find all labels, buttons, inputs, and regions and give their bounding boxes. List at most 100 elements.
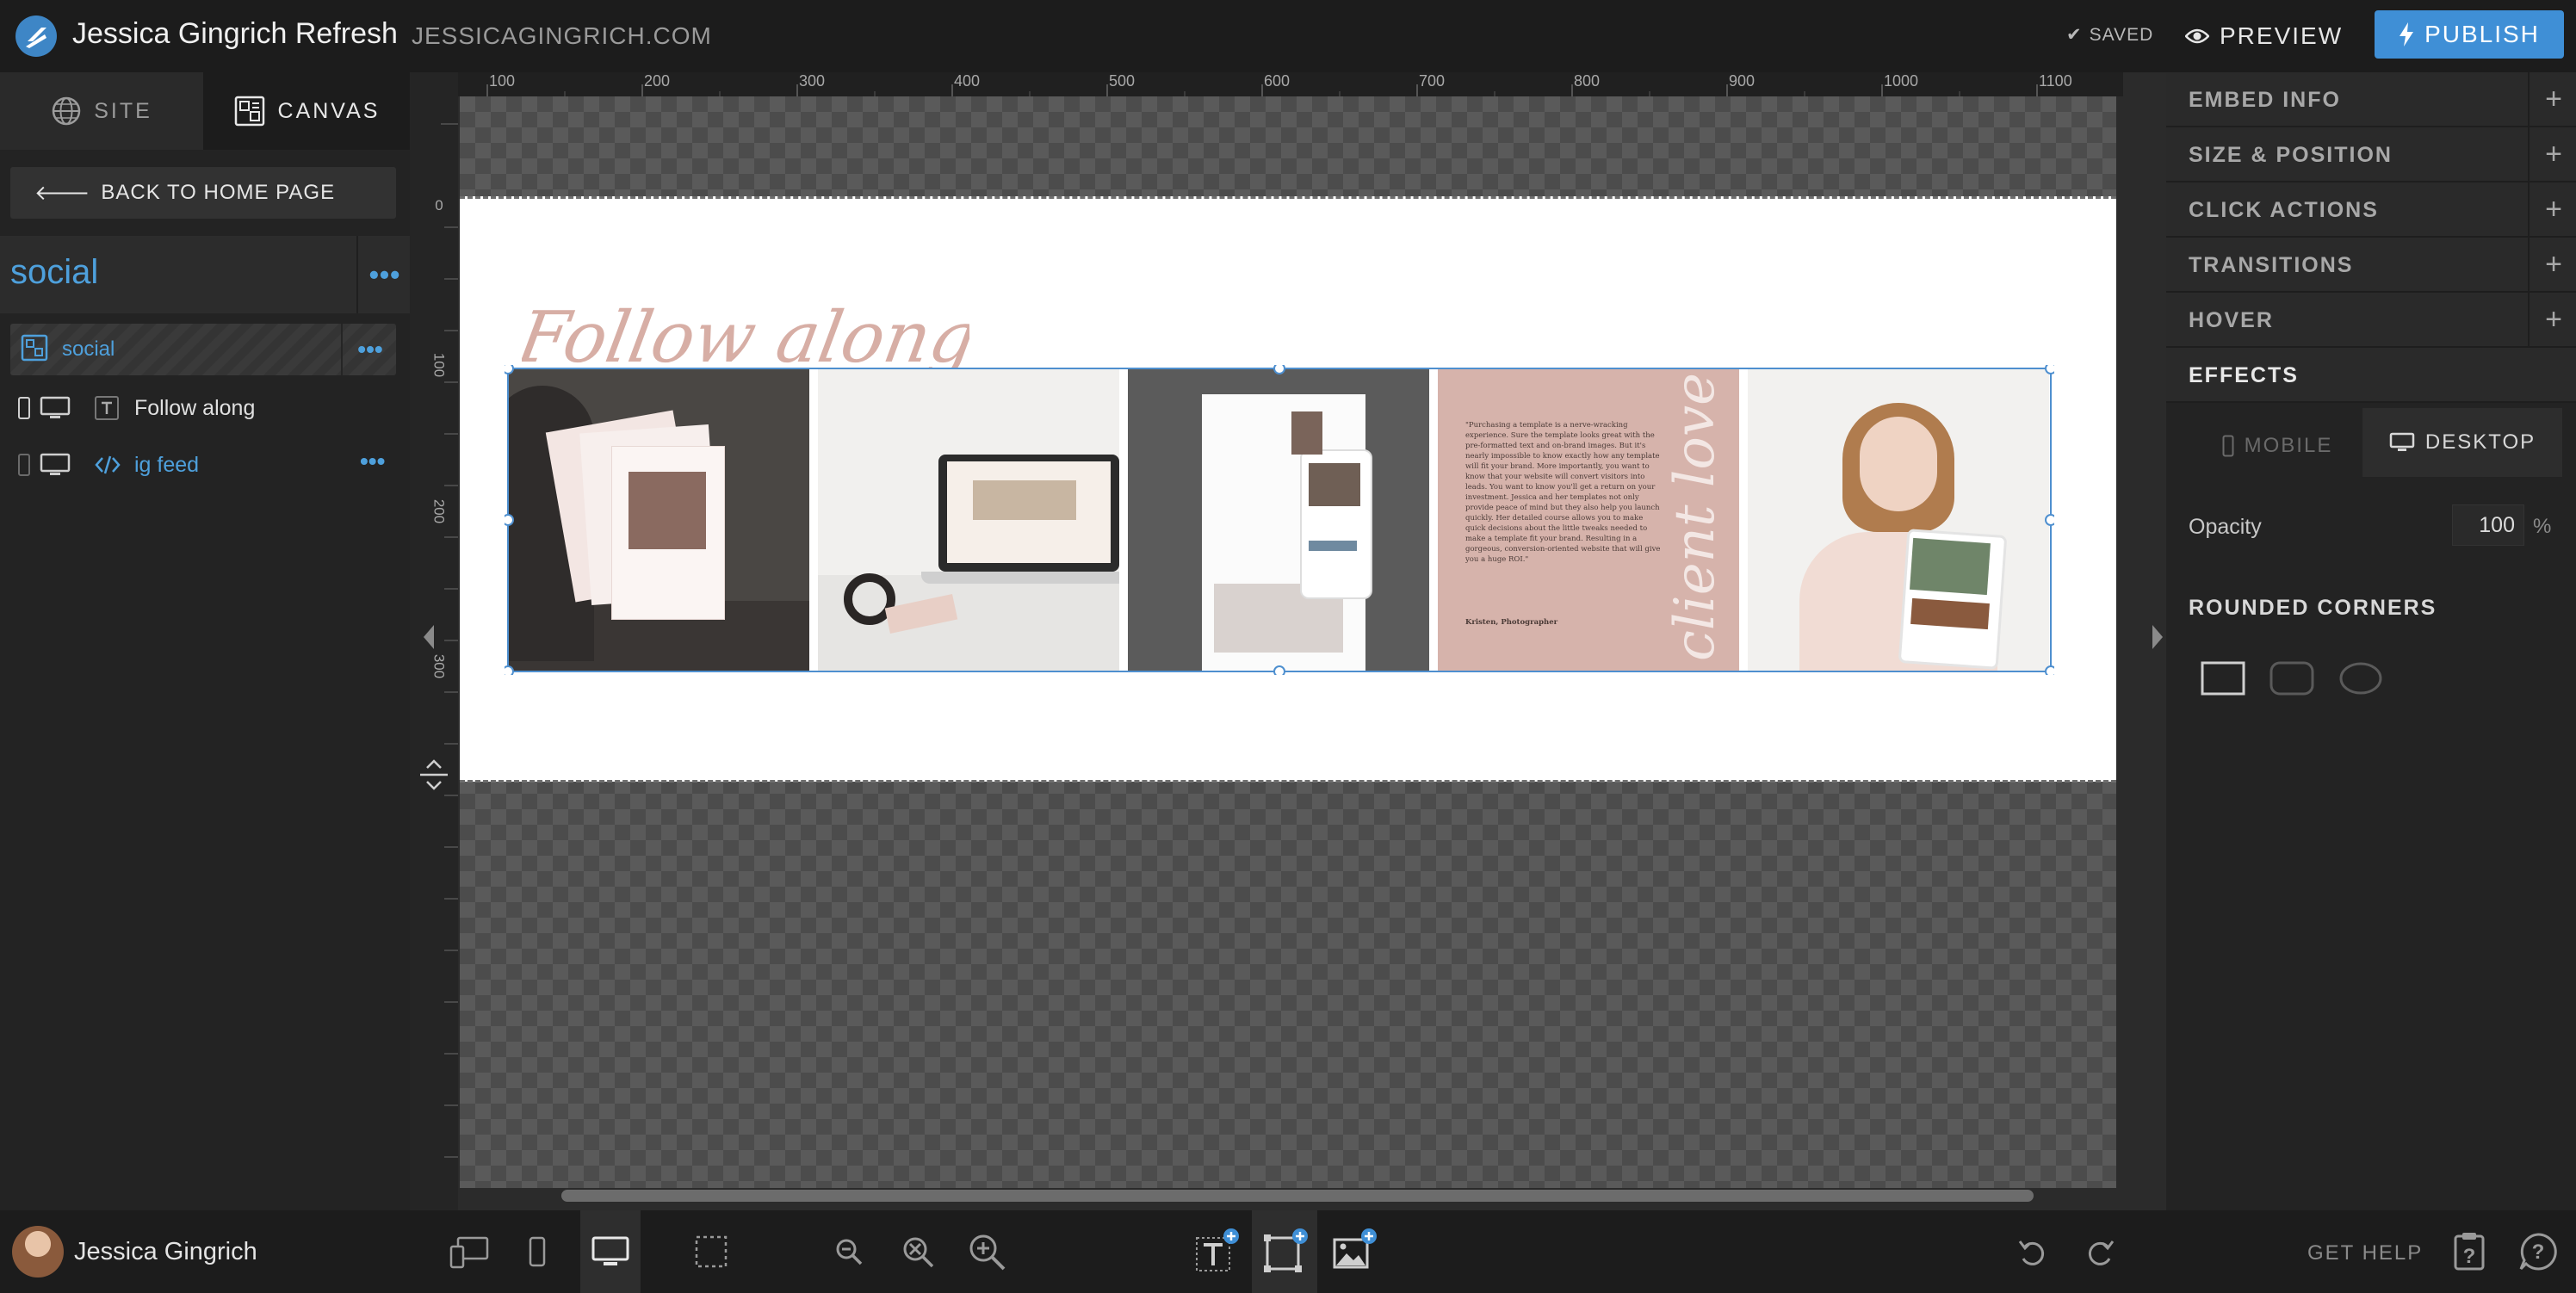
layer-row-follow-along[interactable]: Follow along — [0, 382, 410, 434]
tab-mobile-label: MOBILE — [2244, 434, 2333, 457]
plus-icon[interactable]: + — [2528, 127, 2576, 181]
back-to-home-button[interactable]: 🡐 BACK TO HOME PAGE — [10, 167, 396, 219]
ruler-tick-label: 1100 — [2039, 72, 2072, 90]
zoom-in-icon[interactable] — [961, 1226, 1012, 1278]
section-row[interactable]: social ••• — [10, 324, 396, 375]
help-guide-icon[interactable]: ? — [2443, 1226, 2495, 1278]
preview-button[interactable]: PREVIEW — [2185, 17, 2343, 55]
collapse-right-icon[interactable] — [2149, 623, 2166, 651]
canvas-area[interactable]: 100 200 300 400 500 600 700 800 900 1000… — [410, 72, 2166, 1210]
zoom-reset-icon[interactable] — [892, 1226, 944, 1278]
mobile-view-icon[interactable] — [511, 1226, 563, 1278]
user-name[interactable]: Jessica Gingrich — [74, 1238, 257, 1266]
layer-label: Follow along — [134, 396, 256, 420]
plus-icon[interactable]: + — [2528, 72, 2576, 126]
get-help-link[interactable]: GET HELP — [2307, 1241, 2423, 1265]
section-top-boundary — [460, 196, 2116, 199]
add-image-icon[interactable] — [1328, 1226, 1379, 1278]
lightning-icon — [2400, 22, 2414, 46]
add-box-icon[interactable] — [1252, 1210, 1317, 1293]
tab-mobile[interactable]: MOBILE — [2183, 415, 2371, 477]
hover-section[interactable]: HOVER + — [2166, 293, 2576, 348]
undo-icon[interactable] — [2006, 1226, 2058, 1278]
ruler-tick-label: 900 — [1729, 72, 1755, 90]
ruler-tick-label: 700 — [1419, 72, 1445, 90]
left-sidebar: SITE CANVAS 🡐 BACK TO HOME PAGE social •… — [0, 72, 410, 1210]
click-actions-section[interactable]: CLICK ACTIONS + — [2166, 183, 2576, 238]
svg-text:?: ? — [2463, 1245, 2476, 1268]
tab-canvas-label: CANVAS — [277, 98, 381, 123]
desktop-icon — [40, 453, 71, 475]
horizontal-scrollbar[interactable] — [561, 1190, 2034, 1202]
all-devices-view-icon[interactable] — [444, 1226, 496, 1278]
zoom-out-icon[interactable] — [823, 1226, 875, 1278]
ruler-tick-label: 200 — [644, 72, 670, 90]
desktop-icon — [40, 396, 71, 418]
page-row[interactable]: social ••• — [0, 236, 410, 313]
check-icon: ✔ — [2066, 25, 2083, 45]
embed-info-section[interactable]: EMBED INFO + — [2166, 72, 2576, 127]
page-name: social — [10, 253, 99, 291]
ig-feed-embed[interactable]: "Purchasing a template is a nerve-wracki… — [505, 365, 2054, 675]
back-label: BACK TO HOME PAGE — [101, 181, 336, 204]
effects-section[interactable]: EFFECTS — [2166, 348, 2576, 403]
avatar[interactable] — [12, 1226, 64, 1278]
layer-more-icon[interactable]: ••• — [360, 448, 385, 475]
size-position-section[interactable]: SIZE & POSITION + — [2166, 127, 2576, 183]
ruler-tick-label: 800 — [1574, 72, 1600, 90]
layer-row-ig-feed[interactable]: ig feed ••• — [0, 439, 410, 491]
collapse-left-icon[interactable] — [420, 623, 437, 651]
plus-icon[interactable]: + — [2528, 183, 2576, 236]
ruler-tick-label: 0 — [435, 197, 443, 213]
eye-icon — [2185, 28, 2209, 44]
desktop-icon — [2389, 432, 2415, 451]
device-tabs: MOBILE DESKTOP — [2166, 408, 2576, 477]
section-label: TRANSITIONS — [2189, 253, 2354, 277]
ruler-tick-label: 1000 — [1884, 72, 1918, 90]
ruler-tick-label: 400 — [954, 72, 980, 90]
selection-box[interactable] — [505, 365, 2054, 675]
transitions-section[interactable]: TRANSITIONS + — [2166, 238, 2576, 293]
section-label: SIZE & POSITION — [2189, 143, 2393, 167]
select-area-icon[interactable] — [685, 1226, 737, 1278]
desktop-view-icon[interactable] — [580, 1210, 641, 1293]
tab-site[interactable]: SITE — [0, 72, 203, 150]
site-name: Jessica Gingrich Refresh — [72, 17, 398, 50]
tab-canvas[interactable]: CANVAS — [203, 72, 410, 150]
square-corners-icon[interactable] — [2201, 661, 2245, 696]
rounded-corners-icon[interactable] — [2269, 661, 2314, 696]
opacity-input[interactable] — [2452, 504, 2524, 546]
follow-along-heading[interactable]: Follow along — [522, 275, 969, 379]
add-text-icon[interactable] — [1190, 1226, 1242, 1278]
code-embed-icon — [95, 455, 121, 474]
preview-label: PREVIEW — [2220, 22, 2344, 49]
section-more-icon[interactable]: ••• — [341, 324, 398, 375]
section-label: HOVER — [2189, 308, 2274, 332]
rounded-corners-label: ROUNDED CORNERS — [2189, 596, 2437, 620]
publish-button[interactable]: PUBLISH — [2375, 10, 2564, 59]
ruler-tick-label: 600 — [1264, 72, 1290, 90]
section-bottom-boundary — [460, 780, 2116, 783]
ruler-tick-label: 100 — [431, 353, 448, 377]
app-logo-icon[interactable] — [15, 15, 57, 57]
tab-desktop[interactable]: DESKTOP — [2362, 408, 2562, 477]
site-domain[interactable]: JESSICAGINGRICH.COM — [412, 22, 712, 50]
publish-label: PUBLISH — [2424, 21, 2540, 47]
ruler-tick-label: 100 — [489, 72, 515, 90]
plus-icon[interactable]: + — [2528, 238, 2576, 291]
svg-text:?: ? — [2532, 1240, 2545, 1264]
arrow-left-icon: 🡐 — [34, 182, 91, 205]
ruler-tick-label: 300 — [799, 72, 825, 90]
saved-label: SAVED — [2089, 24, 2154, 45]
circle-corners-icon[interactable] — [2338, 661, 2383, 696]
top-bar: Jessica Gingrich Refresh JESSICAGINGRICH… — [0, 0, 2576, 72]
help-chat-icon[interactable]: ? — [2512, 1226, 2564, 1278]
plus-icon[interactable]: + — [2528, 293, 2576, 346]
section-icon — [21, 334, 48, 362]
redo-icon[interactable] — [2075, 1226, 2127, 1278]
mobile-icon — [18, 454, 30, 476]
mobile-icon — [18, 397, 30, 419]
page-more-icon[interactable]: ••• — [356, 236, 412, 313]
ruler-top: 100 200 300 400 500 600 700 800 900 1000… — [453, 72, 2123, 96]
ruler-tick-label: 200 — [431, 499, 448, 523]
